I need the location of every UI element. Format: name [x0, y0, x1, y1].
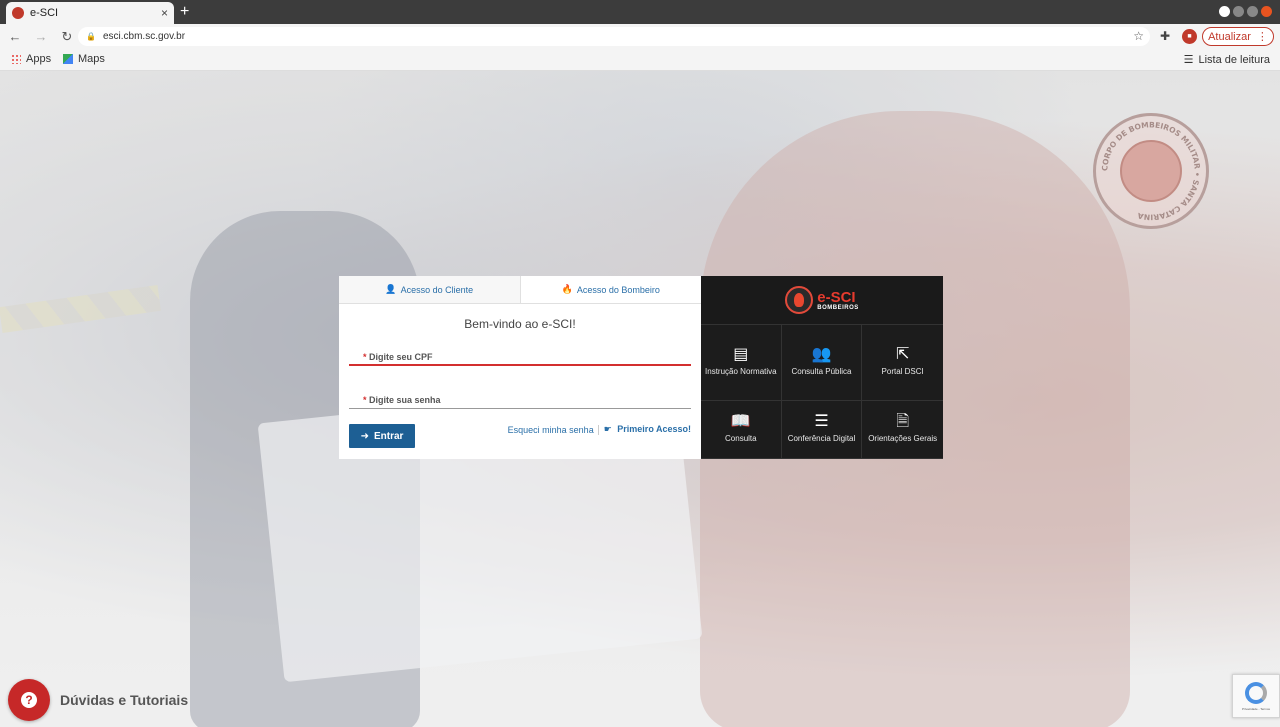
bookmark-star-icon[interactable]: ☆ — [1133, 29, 1144, 43]
help-tutorials[interactable]: ? Dúvidas e Tutoriais — [8, 679, 188, 721]
forward-icon[interactable]: → — [30, 29, 52, 44]
reload-icon[interactable]: ↻ — [56, 29, 78, 45]
service-label: Portal DSCI — [881, 367, 924, 377]
service-portal-dsci[interactable]: ⇱ Portal DSCI — [862, 325, 943, 401]
reading-list[interactable]: ☰ Lista de leitura — [1183, 53, 1270, 67]
extensions-icon[interactable]: ✚ — [1160, 29, 1170, 43]
bookmarks-bar: Apps Maps ☰ Lista de leitura — [0, 49, 1280, 71]
welcome-heading: Bem-vindo ao e-SCI! — [464, 317, 576, 331]
service-label: Instrução Normativa — [705, 367, 777, 377]
bookmark-label: Apps — [26, 53, 52, 65]
login-button-label: Entrar — [373, 430, 404, 442]
user-icon: 👤 — [385, 284, 397, 294]
document-icon: 🗎 — [896, 413, 910, 431]
service-label: Conferência Digital — [787, 434, 856, 444]
first-access-label: Primeiro Acesso! — [617, 424, 691, 434]
password-label: Digite sua senha — [369, 395, 441, 405]
maximize-icon[interactable] — [1247, 6, 1258, 17]
browser-tab-bar: e-SCI × + — [0, 0, 1280, 24]
tab-firefighter-access[interactable]: 🔥 Acesso do Bombeiro — [521, 276, 702, 303]
service-label: Orientações Gerais — [868, 434, 938, 444]
tab-title: e-SCI — [30, 7, 59, 19]
extension-badge-icon[interactable]: ■ — [1182, 29, 1197, 44]
address-bar[interactable]: 🔒 esci.cbm.sc.gov.br ☆ — [78, 27, 1150, 46]
apps-grid-icon — [11, 54, 21, 64]
site-favicon-icon — [12, 7, 24, 19]
browser-toolbar: ← → ↻ 🔒 esci.cbm.sc.gov.br ☆ ✚ ■ Atualiz… — [0, 24, 1280, 49]
cpf-field[interactable]: * Digite seu CPF — [349, 348, 691, 366]
bookmark-label: Maps — [78, 53, 105, 65]
reading-list-icon: ☰ — [1183, 54, 1194, 66]
maps-icon — [63, 54, 73, 64]
update-label: Atualizar — [1208, 30, 1251, 43]
help-label: Dúvidas e Tutoriais — [60, 692, 189, 708]
window-controls — [1233, 6, 1272, 17]
page-background: CORPO DE BOMBEIROS MILITAR • SANTA CATAR… — [0, 71, 1280, 727]
help-button[interactable]: ? — [8, 679, 50, 721]
menu-icon: ⋮ — [1256, 31, 1268, 43]
brand-main: e-SCI — [817, 288, 856, 306]
fire-department-seal: CORPO DE BOMBEIROS MILITAR • SANTA CATAR… — [1093, 113, 1209, 229]
services-grid: ▤ Instrução Normativa 👥 Consulta Pública… — [701, 325, 943, 459]
first-access-link[interactable]: ☛ Primeiro Acesso! — [604, 424, 691, 435]
svg-text:CORPO DE BOMBEIROS MILITAR • S: CORPO DE BOMBEIROS MILITAR • SANTA CATAR… — [1100, 120, 1201, 221]
book-icon: ▤ — [733, 346, 749, 364]
back-icon[interactable]: ← — [4, 29, 26, 44]
tab-close-icon[interactable]: × — [161, 6, 168, 20]
service-consulta-publica[interactable]: 👥 Consulta Pública — [781, 325, 863, 401]
minimize-icon[interactable] — [1233, 6, 1244, 17]
flame-icon: 🔥 — [561, 284, 573, 294]
service-label: Consulta — [725, 434, 757, 444]
service-orientacoes-gerais[interactable]: 🗎 Orientações Gerais — [862, 401, 943, 459]
services-panel: e-SCI BOMBEIROS ▤ Instrução Normativa 👥 … — [701, 276, 943, 459]
recaptcha-icon — [1245, 681, 1267, 704]
reading-list-label: Lista de leitura — [1198, 53, 1270, 66]
password-field[interactable]: * Digite sua senha — [349, 391, 691, 409]
flame-logo-icon — [785, 286, 814, 314]
forgot-password-link[interactable]: Esqueci minha senha — [508, 424, 599, 435]
checklist-icon: ☰ — [814, 413, 829, 431]
seal-text: CORPO DE BOMBEIROS MILITAR • SANTA CATAR… — [1100, 120, 1201, 221]
update-button[interactable]: Atualizar ⋮ — [1202, 27, 1274, 46]
tab-label: Acesso do Cliente — [400, 284, 474, 295]
recaptcha-badge[interactable]: Privacidade - Termos — [1232, 674, 1280, 718]
service-conferencia-digital[interactable]: ☰ Conferência Digital — [781, 401, 863, 459]
question-icon: ? — [21, 692, 37, 708]
new-tab-button[interactable]: + — [180, 3, 189, 21]
brand-sub: BOMBEIROS — [817, 304, 859, 311]
required-mark: * — [363, 395, 367, 405]
open-book-icon: 📖 — [730, 413, 751, 431]
service-consulta[interactable]: 📖 Consulta — [701, 401, 782, 459]
browser-tab[interactable]: e-SCI × — [6, 2, 174, 24]
url-text: esci.cbm.sc.gov.br — [102, 31, 186, 42]
tab-label: Acesso do Bombeiro — [576, 284, 660, 295]
bookmark-apps[interactable]: Apps — [11, 53, 51, 65]
users-icon: 👥 — [811, 346, 832, 364]
seal-text-ring: CORPO DE BOMBEIROS MILITAR • SANTA CATAR… — [1100, 120, 1201, 221]
tab-client-access[interactable]: 👤 Acesso do Cliente — [339, 276, 521, 303]
required-mark: * — [363, 352, 367, 362]
recaptcha-text: Privacidade - Termos — [1241, 706, 1271, 711]
bookmark-maps[interactable]: Maps — [63, 53, 105, 65]
lock-icon: 🔒 — [86, 32, 96, 41]
access-tabs: 👤 Acesso do Cliente 🔥 Acesso do Bombeiro — [339, 276, 701, 304]
close-window-icon[interactable] — [1261, 6, 1272, 17]
login-button[interactable]: ➜ Entrar — [349, 424, 415, 448]
esci-logo: e-SCI BOMBEIROS — [701, 276, 943, 325]
external-link-icon: ⇱ — [895, 346, 910, 364]
service-instrucao-normativa[interactable]: ▤ Instrução Normativa — [701, 325, 782, 401]
hand-pointer-icon: ☛ — [603, 424, 612, 434]
login-links: Esqueci minha senha ☛ Primeiro Acesso! — [508, 424, 691, 435]
sign-in-icon: ➜ — [360, 430, 369, 442]
service-label: Consulta Pública — [791, 367, 852, 377]
cpf-label: Digite seu CPF — [369, 352, 433, 362]
profile-icon[interactable] — [1219, 6, 1230, 17]
login-card: 👤 Acesso do Cliente 🔥 Acesso do Bombeiro… — [339, 276, 701, 459]
